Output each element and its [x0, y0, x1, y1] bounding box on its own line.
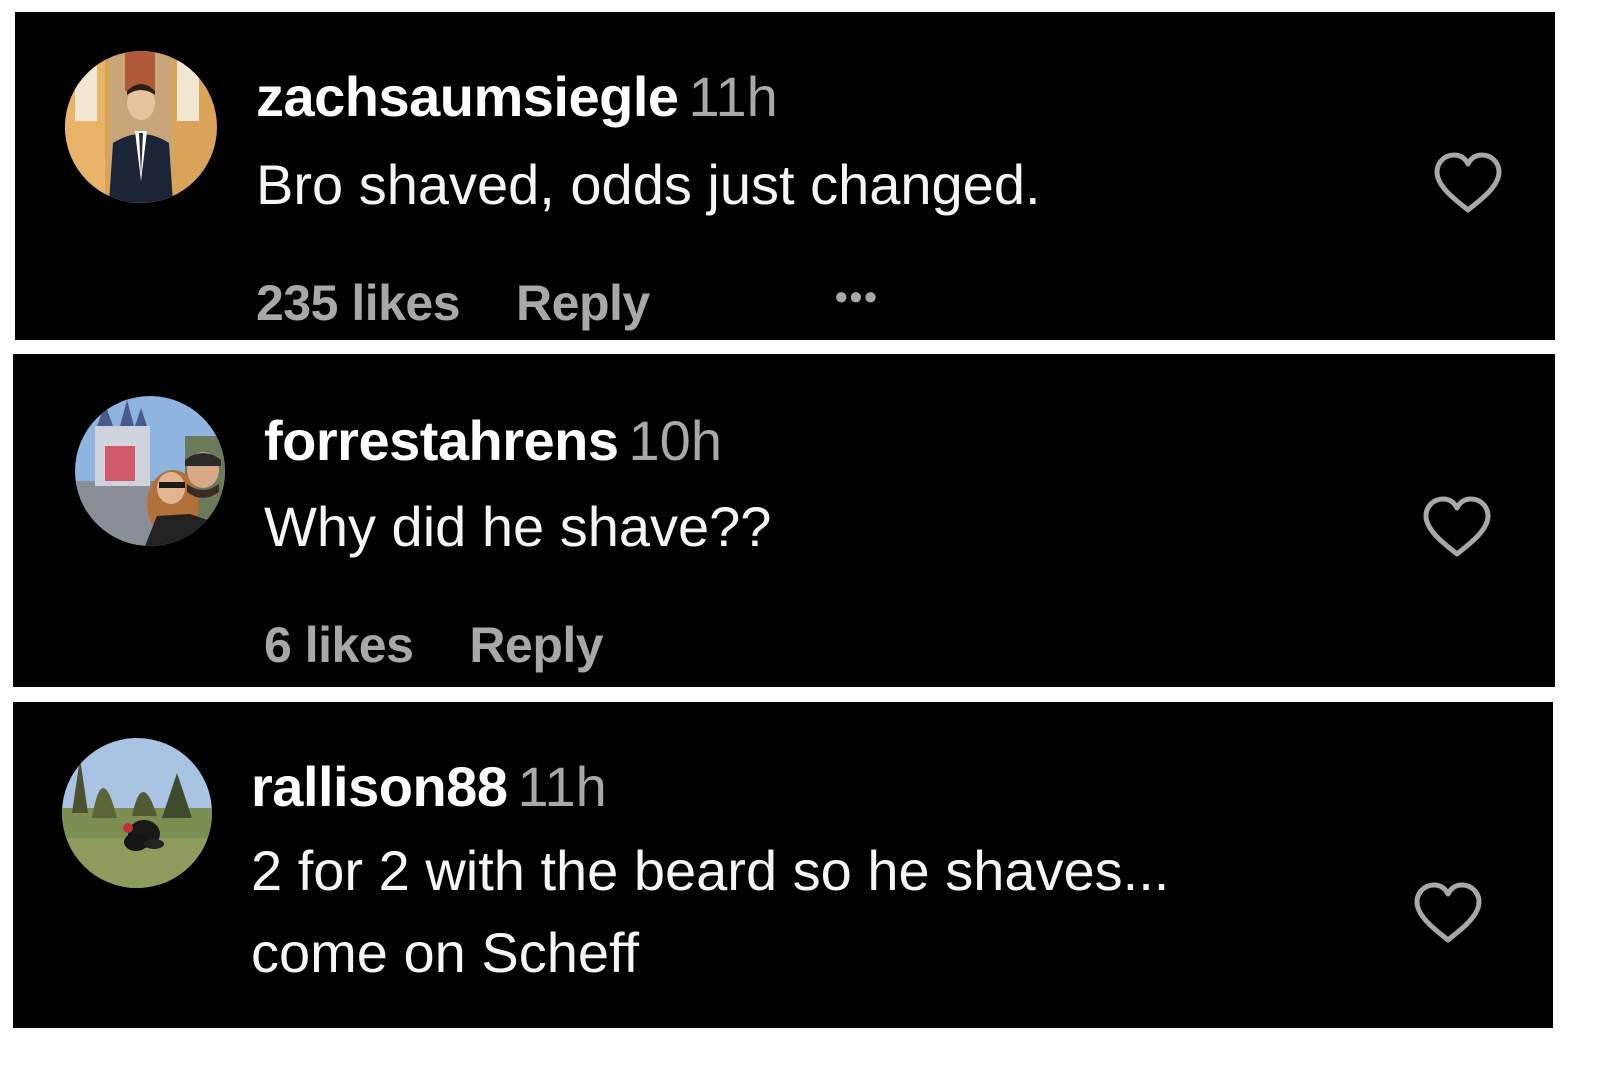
username[interactable]: forrestahrens	[264, 409, 619, 472]
comment-panel: rallison88 11h 2 for 2 with the beard so …	[13, 702, 1553, 1028]
comment-panel: forrestahrens 10h Why did he shave?? 6 li…	[13, 354, 1555, 687]
comment-text-line-1: 2 for 2 with the beard so he shaves...	[251, 839, 1170, 902]
profile-photo-icon	[65, 51, 217, 203]
comment-text: Why did he shave??	[264, 495, 772, 558]
heart-outline-icon	[1434, 152, 1502, 213]
comment-panel: zachsaumsiegle 11h Bro shaved, odds just …	[15, 12, 1555, 340]
profile-photo-icon	[75, 396, 225, 546]
comment-meta: 235 likes Reply	[256, 274, 650, 332]
avatar[interactable]	[65, 51, 217, 203]
more-options-button[interactable]: •••	[835, 276, 879, 318]
like-button[interactable]	[1420, 494, 1494, 560]
reply-button[interactable]: Reply	[469, 616, 603, 674]
comment-text: Bro shaved, odds just changed.	[256, 153, 1041, 216]
comment-header: forrestahrens 10h	[264, 408, 722, 473]
reply-button[interactable]: Reply	[516, 274, 650, 332]
username[interactable]: zachsaumsiegle	[256, 65, 679, 128]
avatar[interactable]	[62, 738, 212, 888]
username[interactable]: rallison88	[251, 755, 508, 818]
profile-photo-icon	[62, 738, 212, 888]
likes-count[interactable]: 235 likes	[256, 274, 461, 332]
avatar[interactable]	[75, 396, 225, 546]
timestamp: 11h	[517, 755, 607, 818]
comment-header: zachsaumsiegle 11h	[256, 64, 778, 129]
timestamp: 10h	[628, 409, 722, 472]
comment-header: rallison88 11h	[251, 754, 607, 819]
likes-count[interactable]: 6 likes	[264, 616, 414, 674]
like-button[interactable]	[1411, 880, 1485, 946]
comment-meta: 6 likes Reply	[264, 616, 604, 674]
heart-outline-icon	[1414, 882, 1482, 943]
heart-outline-icon	[1423, 496, 1491, 557]
like-button[interactable]	[1431, 150, 1505, 216]
comment-text-line-2: come on Scheff	[251, 921, 640, 984]
timestamp: 11h	[688, 65, 778, 128]
